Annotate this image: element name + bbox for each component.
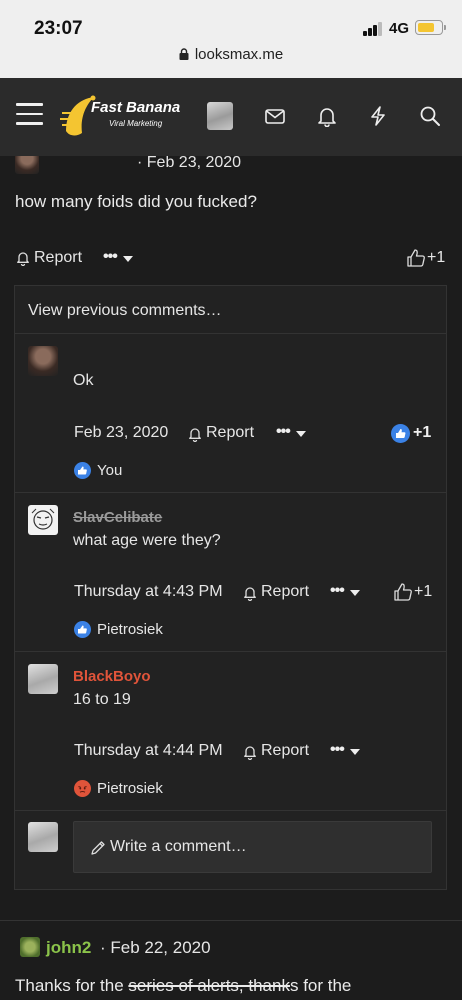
next-post-body: Thanks for the series of alerts, thanks … <box>15 976 351 996</box>
user-avatar[interactable] <box>207 102 233 130</box>
menu-icon[interactable] <box>16 103 43 125</box>
report-icon[interactable] <box>15 250 31 266</box>
comment-date[interactable]: Thursday at 4:43 PM <box>74 583 223 601</box>
liked-icon[interactable] <box>391 424 410 443</box>
more-options-icon[interactable]: ••• <box>276 423 291 441</box>
post-report-link[interactable]: Report <box>34 249 82 267</box>
like-icon[interactable] <box>406 248 426 268</box>
lock-icon <box>179 48 189 60</box>
comment-author-avatar[interactable] <box>28 346 58 376</box>
comment-text: 16 to 19 <box>73 691 131 708</box>
url-text: looksmax.me <box>194 46 284 63</box>
battery-tip <box>444 25 446 30</box>
reaction-angry-icon <box>74 780 91 797</box>
next-post-author[interactable]: john2 <box>46 938 91 958</box>
site-header: Fast Banana Viral Marketing <box>0 78 462 156</box>
comment-author-name[interactable]: SlavCelibate <box>73 509 162 526</box>
post-author-avatar[interactable] <box>15 156 39 174</box>
view-previous-comments-link[interactable]: View previous comments… <box>28 302 222 320</box>
divider <box>15 810 446 811</box>
next-post-date[interactable]: · Feb 22, 2020 <box>100 938 211 958</box>
logo-subtitle: Viral Marketing <box>109 119 163 128</box>
more-options-icon[interactable]: ••• <box>330 741 345 759</box>
next-post-body-struck: series of alerts, thank <box>128 976 290 995</box>
mail-icon[interactable] <box>264 105 286 127</box>
comment-text: Ok <box>73 372 94 389</box>
write-comment-input[interactable]: Write a comment… <box>73 821 432 873</box>
report-icon[interactable] <box>242 585 258 601</box>
next-post-author-avatar[interactable] <box>20 937 40 957</box>
chevron-down-icon[interactable] <box>350 590 360 596</box>
search-icon[interactable] <box>419 105 441 127</box>
logo-title: Fast Banana <box>91 99 181 116</box>
post-like-count: +1 <box>427 249 446 266</box>
comment-report-link[interactable]: Report <box>206 424 254 442</box>
report-icon[interactable] <box>242 744 258 760</box>
post-body: how many foids did you fucked? <box>15 192 257 211</box>
comment-date[interactable]: Feb 23, 2020 <box>74 424 168 442</box>
pencil-icon <box>91 841 105 855</box>
comment-report-link[interactable]: Report <box>261 742 309 760</box>
chevron-down-icon[interactable] <box>296 431 306 437</box>
bolt-icon[interactable] <box>367 105 389 127</box>
status-time: 23:07 <box>34 18 83 39</box>
divider <box>15 651 446 652</box>
divider <box>15 333 446 334</box>
url-bar[interactable]: looksmax.me <box>0 46 462 72</box>
network-label: 4G <box>389 20 410 37</box>
reaction-users[interactable]: Pietrosiek <box>97 621 163 638</box>
write-comment-placeholder: Write a comment… <box>110 838 247 855</box>
comment-report-link[interactable]: Report <box>261 583 309 601</box>
like-icon[interactable] <box>393 582 413 602</box>
more-options-icon[interactable]: ••• <box>330 582 345 600</box>
comment-like-count: +1 <box>413 424 432 441</box>
post-divider <box>0 920 462 921</box>
report-icon[interactable] <box>187 426 203 442</box>
reaction-like-icon <box>74 462 91 479</box>
comment-date[interactable]: Thursday at 4:44 PM <box>74 742 223 760</box>
status-bar: 23:07 4G looksmax.me <box>0 0 462 78</box>
comments-section: View previous comments… Ok Feb 23, 2020 … <box>14 285 447 890</box>
thread-content: · Feb 23, 2020 how many foids did you fu… <box>0 156 462 1000</box>
next-post-body-end: s for the <box>289 976 352 995</box>
divider <box>15 492 446 493</box>
chevron-down-icon[interactable] <box>123 256 133 262</box>
comment-author-avatar[interactable] <box>28 664 58 694</box>
comment-author-avatar[interactable] <box>28 505 58 535</box>
reaction-like-icon <box>74 621 91 638</box>
more-options-icon[interactable]: ••• <box>103 248 118 266</box>
comment-text: what age were they? <box>73 532 221 549</box>
site-logo[interactable]: Fast Banana Viral Marketing <box>60 93 185 141</box>
current-user-avatar[interactable] <box>28 822 58 852</box>
battery-icon <box>415 20 443 35</box>
signal-icon <box>363 22 383 36</box>
bell-icon[interactable] <box>316 105 338 127</box>
comment-like-count: +1 <box>414 583 433 600</box>
chevron-down-icon[interactable] <box>350 749 360 755</box>
reaction-users[interactable]: Pietrosiek <box>97 780 163 797</box>
reaction-users[interactable]: You <box>97 462 122 479</box>
post-date[interactable]: · Feb 23, 2020 <box>137 156 241 172</box>
comment-author-name[interactable]: BlackBoyo <box>73 668 151 685</box>
next-post-body-start: Thanks for the <box>15 976 129 995</box>
